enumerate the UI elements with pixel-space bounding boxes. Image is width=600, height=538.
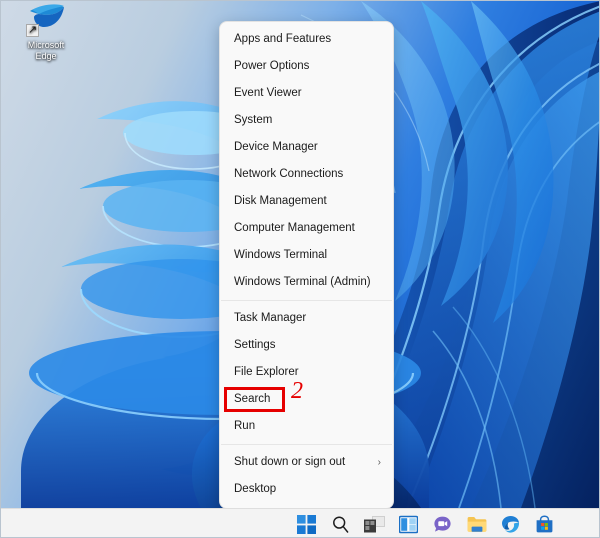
menu-item-file-explorer[interactable]: File Explorer: [220, 359, 393, 386]
menu-item-run[interactable]: Run: [220, 413, 393, 440]
menu-item-label: Computer Management: [234, 222, 355, 234]
edge-button[interactable]: [499, 513, 522, 536]
menu-item-label: Search: [234, 393, 271, 405]
search-button[interactable]: [329, 513, 352, 536]
chat-icon: [434, 516, 451, 532]
menu-separator: [221, 444, 392, 445]
task-view-button[interactable]: [363, 513, 386, 536]
menu-item-settings[interactable]: Settings: [220, 332, 393, 359]
menu-item-disk-management[interactable]: Disk Management: [220, 188, 393, 215]
menu-item-label: Apps and Features: [234, 33, 332, 45]
edge-icon: ↗: [26, 3, 66, 39]
chevron-right-icon: ›: [377, 457, 381, 468]
start-button[interactable]: [295, 513, 318, 536]
menu-item-computer-management[interactable]: Computer Management: [220, 215, 393, 242]
menu-item-event-viewer[interactable]: Event Viewer: [220, 80, 393, 107]
folder-icon: [467, 517, 486, 532]
menu-item-label: Shut down or sign out: [234, 456, 346, 468]
menu-item-search[interactable]: Search: [220, 386, 393, 413]
menu-item-label: Run: [234, 420, 256, 432]
menu-item-label: Network Connections: [234, 168, 344, 180]
desktop-icon-label-line1: Microsoft: [27, 40, 65, 50]
menu-item-label: Windows Terminal (Admin): [234, 276, 371, 288]
windows-logo-icon: [297, 515, 316, 534]
menu-item-label: File Explorer: [234, 366, 299, 378]
menu-item-label: Device Manager: [234, 141, 318, 153]
microsoft-store-icon: [536, 515, 553, 533]
power-user-context-menu[interactable]: Apps and Features Power Options Event Vi…: [219, 21, 394, 509]
menu-item-label: Settings: [234, 339, 276, 351]
menu-separator: [221, 300, 392, 301]
menu-item-desktop[interactable]: Desktop: [220, 476, 393, 503]
menu-item-system[interactable]: System: [220, 107, 393, 134]
task-view-icon: [364, 516, 385, 533]
menu-item-power-options[interactable]: Power Options: [220, 53, 393, 80]
taskbar[interactable]: 1: [1, 508, 599, 537]
taskbar-icon-group: [295, 509, 556, 537]
menu-item-apps-and-features[interactable]: Apps and Features: [220, 26, 393, 53]
chat-button[interactable]: [431, 513, 454, 536]
file-explorer-button[interactable]: [465, 513, 488, 536]
menu-item-windows-terminal-admin[interactable]: Windows Terminal (Admin): [220, 269, 393, 296]
search-icon: [333, 516, 349, 533]
menu-item-label: Windows Terminal: [234, 249, 328, 261]
desktop-icon-microsoft-edge[interactable]: ↗ Microsoft Edge: [7, 3, 85, 62]
annotation-step-2: 2: [291, 378, 303, 404]
menu-item-label: Disk Management: [234, 195, 327, 207]
shortcut-arrow-icon: ↗: [26, 24, 39, 37]
menu-item-task-manager[interactable]: Task Manager: [220, 305, 393, 332]
menu-item-label: System: [234, 114, 273, 126]
widgets-icon: [399, 515, 418, 534]
desktop-icon-label-line2: Edge: [35, 51, 57, 61]
menu-item-shut-down-or-sign-out[interactable]: Shut down or sign out ›: [220, 449, 393, 476]
menu-item-label: Event Viewer: [234, 87, 302, 99]
menu-item-windows-terminal[interactable]: Windows Terminal: [220, 242, 393, 269]
menu-item-label: Desktop: [234, 483, 277, 495]
menu-item-network-connections[interactable]: Network Connections: [220, 161, 393, 188]
edge-icon: [502, 516, 520, 533]
menu-item-label: Task Manager: [234, 312, 307, 324]
menu-item-device-manager[interactable]: Device Manager: [220, 134, 393, 161]
menu-item-label: Power Options: [234, 60, 310, 72]
widgets-button[interactable]: [397, 513, 420, 536]
desktop-screen: ↗ Microsoft Edge Apps and Features Power…: [0, 0, 600, 538]
store-button[interactable]: [533, 513, 556, 536]
